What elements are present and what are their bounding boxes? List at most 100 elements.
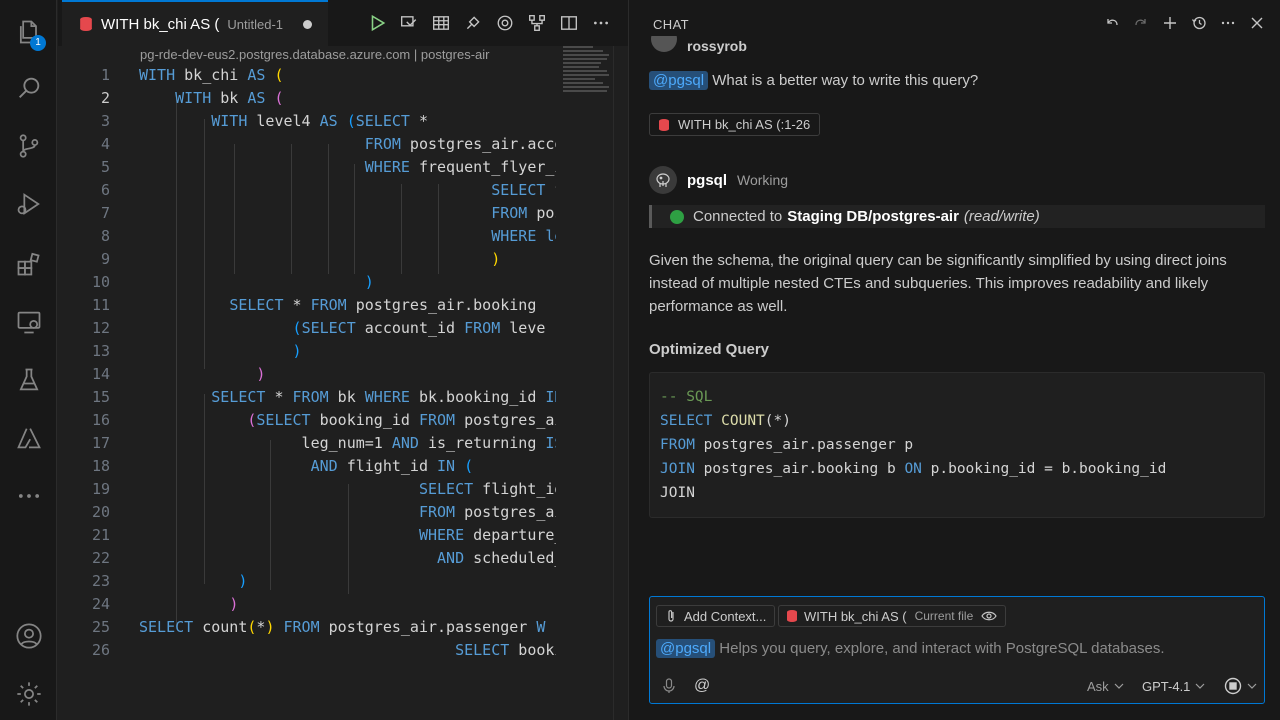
response-header: pgsql Working: [649, 166, 788, 194]
bot-status: Working: [737, 172, 789, 188]
code-line: SELECT * FROM postgres_air.booking: [229, 296, 537, 314]
code-editor[interactable]: 1 WITH bk_chi AS ( 2 WITH bk AS ( 3 WITH …: [58, 64, 556, 674]
connection-breadcrumb[interactable]: pg-rde-dev-eus2.postgres.database.azure.…: [140, 47, 490, 62]
file-reference-chip[interactable]: WITH bk_chi AS (:1-26: [649, 113, 821, 136]
history-icon[interactable]: [1190, 14, 1208, 32]
sql-code-block[interactable]: -- SQL SELECT COUNT(*) FROM postgres_air…: [649, 372, 1265, 518]
mention-button[interactable]: @: [694, 675, 710, 697]
more-icon[interactable]: [0, 474, 57, 518]
line-number: 20: [91, 503, 110, 521]
code-line: SELECT flight_id: [418, 480, 556, 498]
line-number: 8: [100, 227, 110, 245]
line-number: 24: [91, 595, 110, 613]
chevron-down-icon: [1195, 683, 1205, 689]
connection-status: Connected to Staging DB/postgres-air (re…: [649, 205, 1265, 228]
line-number: 2: [100, 89, 110, 107]
schema-icon[interactable]: [526, 12, 548, 34]
file-chip-label: WITH bk_chi AS (: [804, 608, 907, 624]
user-question: @pgsql What is a better way to write thi…: [649, 71, 979, 90]
code-line: WHERE level: [491, 227, 556, 245]
code-line: ): [292, 342, 302, 360]
user-name: rossyrob: [687, 38, 747, 54]
code-line: SELECT * FROM bk WHERE bk.booking_id IN: [211, 388, 556, 406]
chat-more-icon[interactable]: [1219, 14, 1237, 32]
chevron-down-icon: [1247, 683, 1257, 689]
redo-icon[interactable]: [1132, 14, 1150, 32]
close-icon[interactable]: [1248, 14, 1266, 32]
code-line: SELECT freq: [491, 181, 556, 199]
database-file-icon: [787, 610, 797, 622]
code-text: postgres_air.passenger p: [694, 437, 914, 453]
search-icon[interactable]: [0, 66, 57, 110]
bot-name: pgsql: [687, 171, 727, 189]
model-label: GPT-4.1: [1142, 678, 1191, 694]
chat-input-box[interactable]: Add Context... WITH bk_chi AS ( Current …: [649, 596, 1265, 704]
code-line: WHERE departure_airp: [418, 526, 556, 544]
current-file-chip[interactable]: WITH bk_chi AS ( Current file: [778, 605, 1007, 627]
line-number: 10: [91, 273, 110, 291]
mode-dropdown[interactable]: Ask: [1087, 675, 1124, 697]
tab-subtitle: Untitled-1: [227, 16, 283, 32]
code-keyword: ON: [904, 461, 922, 477]
add-context-button[interactable]: Add Context...: [656, 605, 776, 627]
remote-explorer-icon[interactable]: [0, 300, 57, 344]
explorer-icon[interactable]: 1: [0, 10, 57, 54]
response-paragraph: Given the schema, the original query can…: [649, 252, 1227, 315]
code-text: (*): [764, 413, 791, 429]
editor-tab[interactable]: WITH bk_chi AS ( Untitled-1: [62, 0, 328, 46]
code-comment: -- SQL: [660, 389, 713, 405]
reference-label: WITH bk_chi AS (:1-26: [678, 117, 811, 132]
database-file-icon: [659, 118, 669, 131]
editor-more-icon[interactable]: [590, 12, 612, 34]
tab-bar: WITH bk_chi AS ( Untitled-1: [58, 0, 628, 46]
tab-title: WITH bk_chi AS (: [101, 15, 220, 33]
extensions-icon[interactable]: [0, 242, 57, 286]
new-chat-icon[interactable]: [1161, 14, 1179, 32]
question-text: What is a better way to write this query…: [712, 72, 979, 89]
results-grid-icon[interactable]: [430, 12, 452, 34]
paperclip-icon: [668, 610, 674, 622]
editor-toolbar: [366, 12, 612, 34]
account-icon[interactable]: [0, 614, 57, 658]
model-dropdown[interactable]: GPT-4.1: [1142, 675, 1205, 697]
agent-mention: @pgsql: [649, 71, 709, 90]
chat-actions: [1103, 14, 1266, 32]
source-control-icon[interactable]: [0, 124, 57, 168]
stop-icon: [1224, 677, 1242, 695]
database-switch-icon[interactable]: [494, 12, 516, 34]
explain-icon[interactable]: [398, 12, 420, 34]
code-line: leg_num=1 AND is_returning IS f: [139, 434, 556, 452]
line-number: 9: [100, 250, 110, 268]
code-keyword: SELECT: [660, 413, 713, 429]
azure-icon[interactable]: [0, 416, 57, 460]
eye-icon[interactable]: [981, 610, 997, 622]
chat-panel: CHAT rossyrob @pgsql What is a better wa…: [628, 0, 1280, 720]
user-avatar: [651, 36, 677, 52]
connection-mode: (read/write): [963, 208, 1040, 225]
code-line: (SELECT booking_id FROM postgres_air: [247, 411, 556, 429]
add-context-label: Add Context...: [684, 608, 767, 624]
microphone-icon[interactable]: [662, 675, 676, 697]
code-line: (SELECT account_id FROM leve: [292, 319, 546, 337]
undo-icon[interactable]: [1103, 14, 1121, 32]
line-number: 4: [100, 135, 110, 153]
split-editor-icon[interactable]: [558, 12, 580, 34]
chat-input[interactable]: @pgsql Helps you query, explore, and int…: [656, 639, 1165, 658]
code-line: ): [364, 273, 374, 291]
line-number: 15: [91, 388, 110, 406]
settings-gear-icon[interactable]: [0, 672, 57, 716]
unsaved-dot-icon[interactable]: [303, 19, 312, 29]
run-debug-icon[interactable]: [0, 182, 57, 226]
line-number: 7: [100, 204, 110, 222]
connection-prefix: Connected to: [693, 208, 783, 225]
line-number: 26: [91, 641, 110, 659]
minimap[interactable]: [563, 46, 615, 106]
connection-db: Staging DB/postgres-air: [787, 208, 959, 225]
send-button[interactable]: [1224, 675, 1257, 697]
testing-icon[interactable]: [0, 358, 57, 402]
run-query-icon[interactable]: [366, 12, 388, 34]
input-mention: @pgsql: [656, 639, 716, 658]
mode-label: Ask: [1087, 678, 1109, 694]
connect-icon[interactable]: [462, 12, 484, 34]
line-number: 16: [91, 411, 110, 429]
